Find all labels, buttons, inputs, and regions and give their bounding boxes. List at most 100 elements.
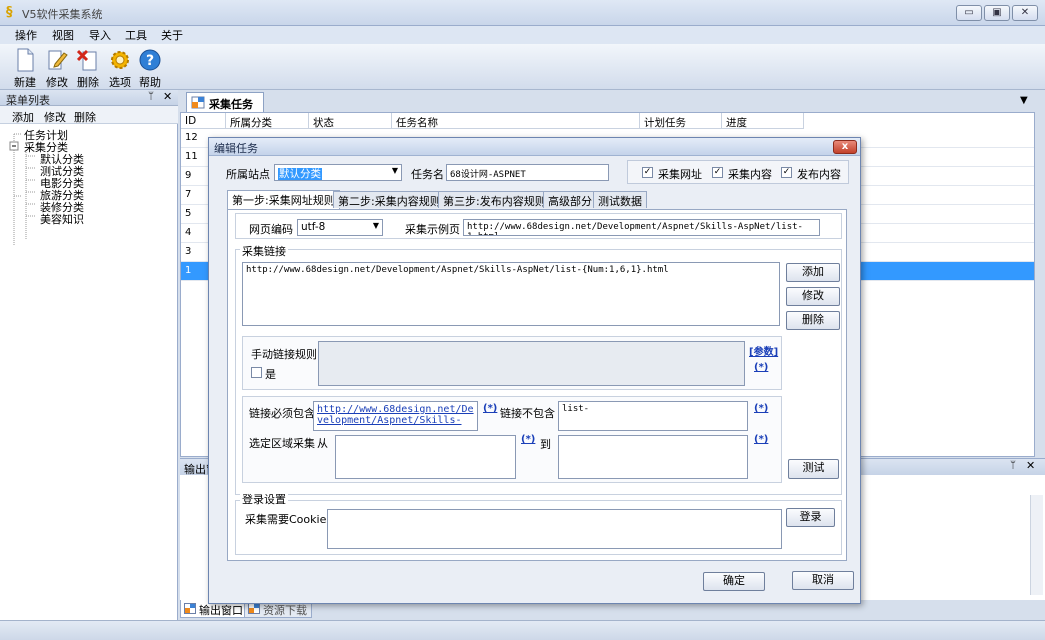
region-to-input[interactable] [558,435,748,479]
manual-rule-checkbox[interactable] [251,367,262,378]
tab-collect-task[interactable]: 采集任务 [186,92,264,112]
ok-button[interactable]: 确定 [703,572,765,591]
help-button[interactable]: ? 帮助 [133,46,167,89]
new-button[interactable]: 新建 [8,46,42,89]
region-from-input[interactable] [335,435,516,479]
tab-output-label: 输出窗口 [199,604,243,617]
publish-content-checkbox[interactable]: ✓ [781,167,792,178]
task-tab-icon [191,96,205,109]
row-id: 5 [185,208,192,219]
test-button[interactable]: 测试 [788,459,839,479]
column-header-category[interactable]: 所属分类 [226,113,309,129]
delete-link-button[interactable]: 删除 [786,311,840,330]
task-name-label: 任务名 [411,168,444,181]
options-button[interactable]: 选项 [103,46,137,89]
cancel-button[interactable]: 取消 [792,571,854,590]
download-tab-icon [248,603,260,614]
collect-content-checkbox[interactable]: ✓ [712,167,723,178]
app-logo-icon: § [6,5,13,20]
region-label: 选定区域采集 [249,437,315,450]
column-header-schedule[interactable]: 计划任务 [640,113,722,129]
menu-about[interactable]: 关于 [161,27,183,43]
close-icon[interactable]: ✕ [1026,459,1035,472]
chevron-down-icon: ▼ [372,221,379,230]
encoding-label: 网页编码 [249,223,293,236]
left-panel-toolbar: 添加 修改 删除 [0,106,178,124]
collect-content-label: 采集内容 [728,168,772,181]
new-document-icon [17,48,34,72]
output-tab-icon [184,603,196,614]
region-to-star-link[interactable]: (*) [754,434,768,445]
encoding-select[interactable]: utf-8 ▼ [297,219,383,236]
delete-icon [77,49,97,71]
svg-text:?: ? [146,53,154,69]
tab-advanced[interactable]: 高级部分 [543,191,597,208]
pin-icon[interactable]: ᛘ [1010,460,1016,471]
edit-link-button[interactable]: 修改 [786,287,840,306]
dialog-close-button[interactable]: x [833,140,857,154]
tree-item-beauty[interactable]: 美容知识 [40,211,84,227]
minimize-button[interactable]: ▭ [956,5,982,21]
column-header-status[interactable]: 状态 [309,113,392,129]
tab-step3-publish-rules[interactable]: 第三步:发布内容规则 [438,191,551,208]
manual-rule-label: 手动链接规则 [251,348,317,361]
restore-button[interactable]: ▣ [984,5,1010,21]
links-textarea[interactable]: http://www.68design.net/Development/Aspn… [242,262,780,326]
dialog-title: 编辑任务 [214,142,258,155]
not-contain-label: 链接不包含 [500,407,555,420]
menu-bar: 操作 视图 导入 工具 关于 [0,26,1045,44]
pin-icon[interactable]: ᛘ [148,91,154,102]
tab-test-data[interactable]: 测试数据 [593,191,647,208]
column-header-task-name[interactable]: 任务名称 [392,113,640,129]
must-contain-star-link[interactable]: (*) [483,403,497,414]
must-contain-input[interactable]: http://www.68design.net/Development/Aspn… [313,401,478,431]
from-label: 从 [317,437,328,450]
tab-step2-content-rules[interactable]: 第二步:采集内容规则 [333,191,446,208]
row-id: 12 [185,132,198,143]
status-bar [0,620,1045,640]
tab-collect-task-label: 采集任务 [209,98,253,111]
delete-button[interactable]: 删除 [71,46,105,89]
tab-download-label: 资源下载 [263,604,307,617]
not-contain-star-link[interactable]: (*) [754,403,768,414]
menu-view[interactable]: 视图 [52,27,74,43]
tab-step1-url-rules[interactable]: 第一步:采集网址规则 [227,190,340,209]
login-group-title: 登录设置 [240,491,288,507]
manual-rule-star-link[interactable]: (*) [754,362,768,373]
column-header-id[interactable]: ID [181,113,226,129]
edit-icon [48,50,68,70]
menu-tools[interactable]: 工具 [125,27,147,43]
encoding-select-value: utf-8 [301,221,326,233]
sample-page-label: 采集示例页 [405,223,460,236]
params-link[interactable]: [参数] [749,343,778,358]
region-from-star-link[interactable]: (*) [521,434,535,445]
close-icon[interactable]: ✕ [163,90,172,103]
cookies-input[interactable] [327,509,782,549]
menu-import[interactable]: 导入 [89,27,111,43]
column-header-progress[interactable]: 进度 [722,113,804,129]
output-scrollbar[interactable] [1030,495,1043,595]
login-button[interactable]: 登录 [786,508,835,527]
add-link-button[interactable]: 添加 [786,263,840,282]
left-panel-header: 菜单列表 ᛘ ✕ [0,90,178,107]
help-label: 帮助 [139,76,161,89]
collect-url-checkbox[interactable]: ✓ [642,167,653,178]
collect-url-label: 采集网址 [658,168,702,181]
close-window-button[interactable]: ✕ [1012,5,1038,21]
row-id: 11 [185,151,198,162]
tab-list-dropdown[interactable]: ▼ [1020,95,1028,106]
edit-button[interactable]: 修改 [40,46,74,89]
row-id: 9 [185,170,192,181]
menu-operate[interactable]: 操作 [15,27,37,43]
manual-rule-input[interactable] [318,341,745,386]
tree-edit-button[interactable]: 修改 [44,109,66,125]
sample-page-input[interactable]: http://www.68design.net/Development/Aspn… [463,219,820,236]
not-contain-input[interactable]: list- [558,401,748,431]
manual-rule-checkbox-label: 是 [265,368,276,381]
site-select[interactable]: 默认分类 ▼ [274,164,402,181]
new-label: 新建 [14,76,36,89]
tree-delete-button[interactable]: 删除 [74,109,96,125]
task-name-input[interactable]: 68设计网-ASPNET [446,164,609,181]
window-title: V5软件采集系统 [22,8,103,21]
tree-add-button[interactable]: 添加 [12,109,34,125]
